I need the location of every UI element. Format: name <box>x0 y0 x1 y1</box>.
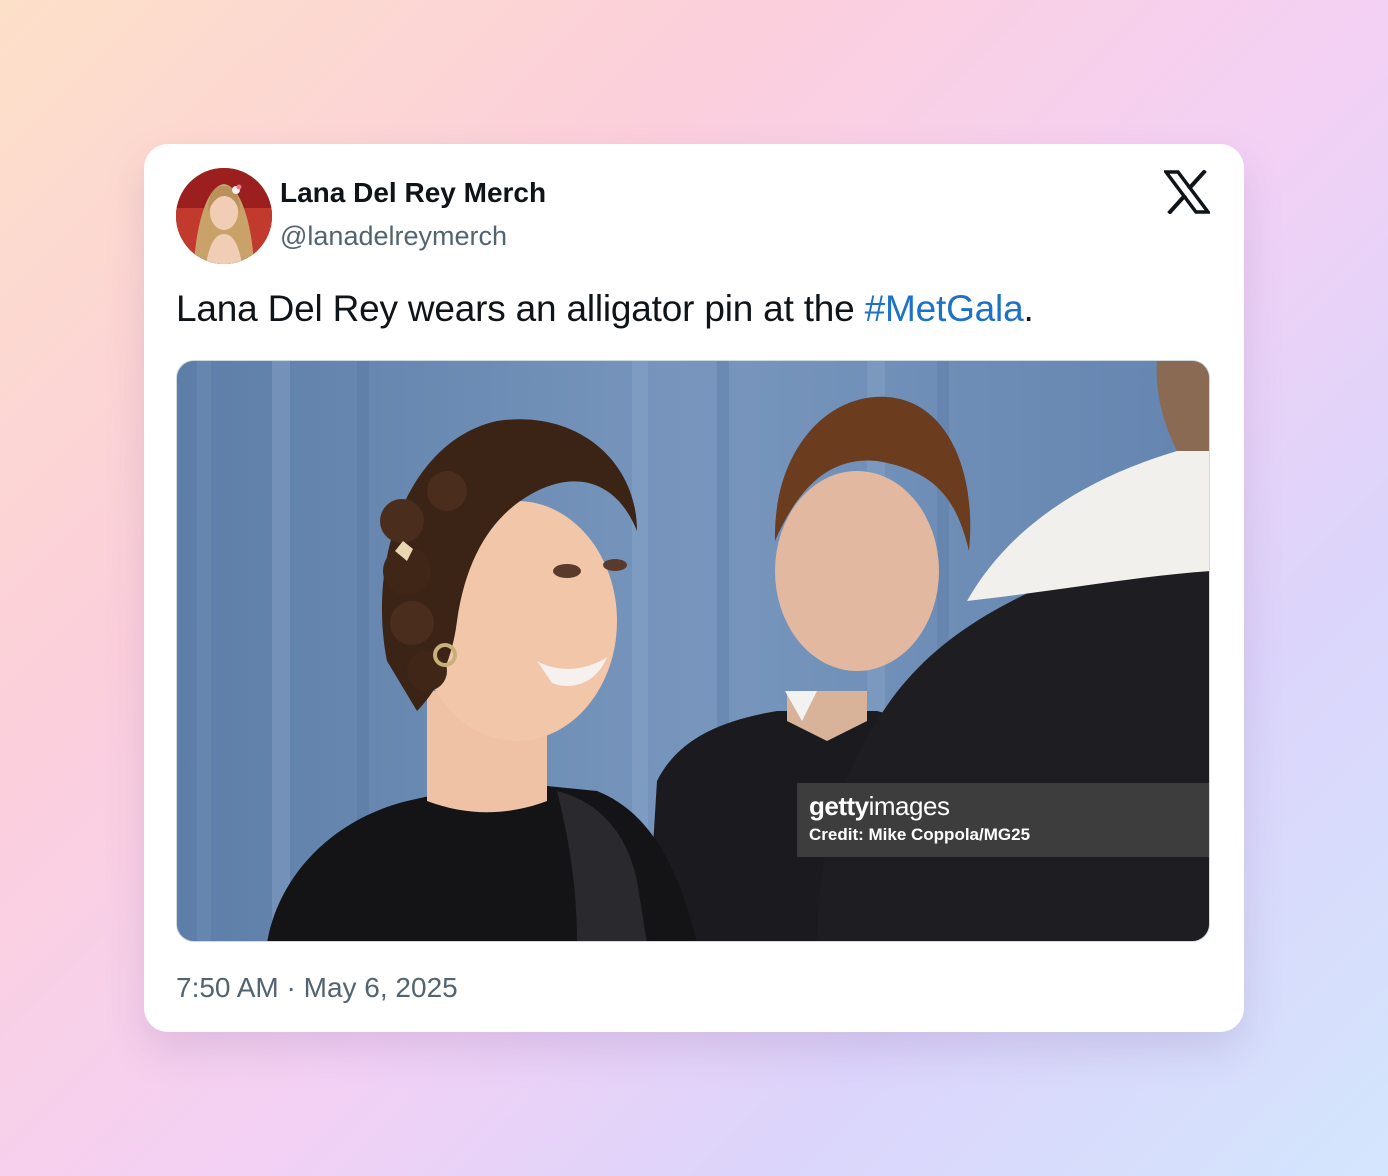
watermark-brand-bold: getty <box>809 791 869 821</box>
watermark-brand-light: images <box>868 791 950 821</box>
tweet-card: Lana Del Rey Merch @lanadelreymerch Lana… <box>144 144 1244 1032</box>
tweet-text-end: . <box>1023 288 1034 329</box>
user-handle[interactable]: @lanadelreymerch <box>280 221 507 252</box>
tweet-text: Lana Del Rey wears an alligator pin at t… <box>176 288 1034 330</box>
x-logo-icon[interactable] <box>1162 169 1212 215</box>
watermark-brand: gettyimages <box>809 791 950 822</box>
watermark-credit: Credit: Mike Coppola/MG25 <box>809 825 1031 844</box>
getty-watermark: gettyimages Credit: Mike Coppola/MG25 <box>797 783 1209 857</box>
avatar[interactable] <box>176 168 272 264</box>
tweet-timestamp[interactable]: 7:50 AM · May 6, 2025 <box>176 972 458 1004</box>
tweet-text-body: Lana Del Rey wears an alligator pin at t… <box>176 288 865 329</box>
display-name[interactable]: Lana Del Rey Merch <box>280 177 546 209</box>
hashtag-link[interactable]: #MetGala <box>865 288 1024 329</box>
tweet-photo[interactable]: gettyimages Credit: Mike Coppola/MG25 <box>176 360 1210 942</box>
